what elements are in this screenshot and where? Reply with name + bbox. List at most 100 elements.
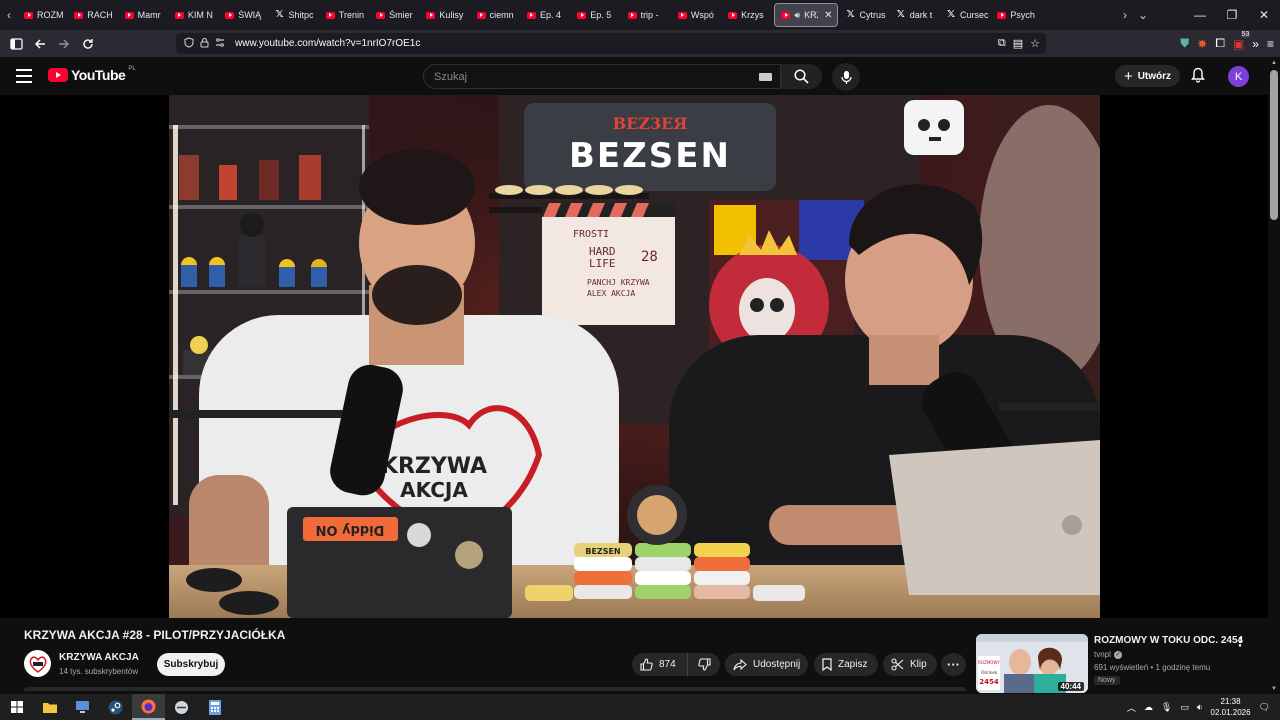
- speaker-audio-icon[interactable]: 🔊︎: [794, 10, 800, 21]
- file-explorer-icon[interactable]: [33, 694, 66, 720]
- save-button[interactable]: Zapisz: [814, 653, 878, 676]
- tray-chevron-icon[interactable]: ︿: [1127, 701, 1136, 714]
- notifications-icon[interactable]: 🗨︎: [1259, 702, 1270, 713]
- recommendation-menu-icon[interactable]: ⋮: [1234, 635, 1246, 649]
- youtube-logo[interactable]: YouTube PL: [48, 66, 136, 83]
- like-button[interactable]: 874: [632, 653, 688, 676]
- shield-icon[interactable]: [184, 36, 194, 51]
- youtube-icon: [577, 11, 587, 19]
- browser-tab[interactable]: Psych: [991, 3, 1041, 27]
- scroll-down-arrow-icon[interactable]: ▼: [1271, 686, 1277, 692]
- guide-menu-icon[interactable]: [16, 69, 32, 83]
- browser-tab[interactable]: 𝕏 Cytrus: [840, 3, 890, 27]
- description-box[interactable]: [24, 687, 966, 691]
- browser-tab[interactable]: Ep. 5: [571, 3, 621, 27]
- browser-tab[interactable]: 𝕏 Cursec: [941, 3, 991, 27]
- recommendation-thumbnail[interactable]: ROZMOWY Odcinek 2454 40:44: [976, 634, 1088, 693]
- system-app-icon[interactable]: [66, 694, 99, 720]
- scrollbar-thumb[interactable]: [1270, 70, 1278, 220]
- browser-tab-label: Shitpc: [288, 10, 314, 20]
- url-text[interactable]: www.youtube.com/watch?v=1nrIO7rOE1c: [235, 38, 420, 49]
- subscribe-button[interactable]: Subskrybuj: [157, 653, 225, 676]
- tray-microphone-icon[interactable]: 🎙︎: [1161, 702, 1172, 713]
- firefox-icon[interactable]: [132, 694, 165, 720]
- recommendation-channel[interactable]: tvnpl ✓: [1094, 650, 1122, 659]
- share-button[interactable]: Udostępnij: [725, 653, 808, 676]
- tray-cloud-icon[interactable]: ☁: [1144, 702, 1153, 713]
- tray-network-icon[interactable]: ▭: [1180, 702, 1189, 713]
- lock-icon[interactable]: [200, 37, 209, 51]
- browser-tab[interactable]: Trenin: [320, 3, 370, 27]
- account-avatar[interactable]: K: [1228, 66, 1249, 87]
- browser-tab[interactable]: ciemn: [471, 3, 521, 27]
- overflow-chevron-icon[interactable]: »: [1252, 37, 1259, 51]
- reload-button[interactable]: [76, 30, 100, 57]
- reader-view-icon[interactable]: ▤: [1013, 37, 1023, 50]
- browser-tab[interactable]: ROZM: [18, 3, 68, 27]
- vpn-shield-icon[interactable]: ⛊: [1180, 36, 1189, 51]
- extensions-puzzle-icon[interactable]: ⧠: [1215, 36, 1225, 51]
- restore-button[interactable]: ❐: [1216, 0, 1248, 30]
- url-bar[interactable]: www.youtube.com/watch?v=1nrIO7rOE1c ⧉ ▤ …: [176, 33, 1046, 54]
- create-label: Utwórz: [1137, 70, 1172, 82]
- calculator-icon[interactable]: [198, 694, 231, 720]
- browser-tab[interactable]: Wspó: [672, 3, 722, 27]
- search-input[interactable]: Szukaj: [423, 64, 781, 89]
- clip-button[interactable]: Klip: [883, 653, 937, 676]
- video-player[interactable]: BEZ3EЯ BEZSEN FROSTI HARD LIFE 28 PANCHJ…: [169, 95, 1100, 618]
- extension-badge-icon[interactable]: ▣ 53: [1233, 30, 1251, 51]
- scroll-up-arrow-icon[interactable]: ▲: [1271, 60, 1277, 66]
- recommendation-channel-name: tvnpl: [1094, 650, 1111, 659]
- browser-tab-label: Psych: [1010, 10, 1035, 20]
- search-button[interactable]: [781, 64, 822, 89]
- extension-fox-icon[interactable]: ✸: [1197, 37, 1207, 51]
- app-menu-icon[interactable]: ≡: [1267, 37, 1274, 51]
- browser-tab[interactable]: Śmier: [370, 3, 420, 27]
- windows-start-icon[interactable]: [0, 694, 33, 720]
- browser-tab-active[interactable]: 🔊︎ KRZ ✕: [774, 3, 839, 27]
- like-dislike-group: 874: [632, 653, 720, 676]
- recommendation-title[interactable]: ROZMOWY W TOKU ODC. 2454: [1094, 635, 1243, 646]
- tray-volume-icon[interactable]: 🔉︎: [1197, 702, 1203, 713]
- gamepad-app-icon[interactable]: [165, 694, 198, 720]
- share-arrow-icon: [733, 658, 747, 670]
- browser-tab[interactable]: Ep. 4: [521, 3, 571, 27]
- dislike-button[interactable]: [688, 658, 720, 671]
- taskbar-clock[interactable]: 21:38 02.01.2026: [1211, 696, 1251, 718]
- x-icon: 𝕏: [275, 9, 284, 20]
- close-tab-icon[interactable]: ✕: [824, 10, 832, 21]
- browser-tab[interactable]: 𝕏dark t: [891, 3, 941, 27]
- channel-avatar[interactable]: [24, 650, 51, 677]
- browser-tab-label: trip -: [640, 10, 659, 20]
- minimize-button[interactable]: —: [1184, 0, 1216, 30]
- youtube-icon: [677, 11, 687, 19]
- permissions-icon[interactable]: [215, 37, 225, 50]
- browser-tab[interactable]: RACH: [68, 3, 118, 27]
- channel-name[interactable]: KRZYWA AKCJA: [59, 652, 139, 663]
- page-scrollbar[interactable]: ▲ ▼: [1268, 57, 1280, 694]
- browser-tab[interactable]: 𝕏 Shitpc: [269, 3, 319, 27]
- forward-button[interactable]: [52, 30, 76, 57]
- close-window-button[interactable]: ✕: [1248, 0, 1280, 30]
- browser-tab[interactable]: Mamr: [119, 3, 169, 27]
- picture-in-picture-icon[interactable]: ⧉: [998, 37, 1006, 50]
- thumb-badge-top: ROZMOWY: [978, 660, 1000, 665]
- create-button[interactable]: + Utwórz: [1115, 65, 1180, 87]
- bookmark-star-icon[interactable]: ☆: [1030, 37, 1040, 50]
- browser-tab[interactable]: Kulisy: [420, 3, 470, 27]
- tab-scroll-left-button[interactable]: ‹: [0, 0, 18, 30]
- tab-scroll-right-button[interactable]: ›: [1116, 0, 1134, 30]
- list-all-tabs-button[interactable]: ⌄: [1134, 0, 1152, 30]
- voice-search-button[interactable]: [832, 63, 860, 91]
- browser-tab[interactable]: trip -: [622, 3, 672, 27]
- browser-tab[interactable]: ŚWIĄ: [219, 3, 269, 27]
- keyboard-icon[interactable]: [759, 73, 772, 81]
- browser-tab[interactable]: Krzys: [722, 3, 772, 27]
- browser-tab-label: Ep. 4: [539, 10, 561, 20]
- steam-icon[interactable]: [99, 694, 132, 720]
- more-actions-button[interactable]: ···: [941, 653, 966, 676]
- sidebar-toggle-icon[interactable]: [4, 30, 28, 57]
- back-button[interactable]: [28, 30, 52, 57]
- notifications-bell-icon[interactable]: [1191, 67, 1205, 88]
- browser-tab[interactable]: KIM N: [169, 3, 219, 27]
